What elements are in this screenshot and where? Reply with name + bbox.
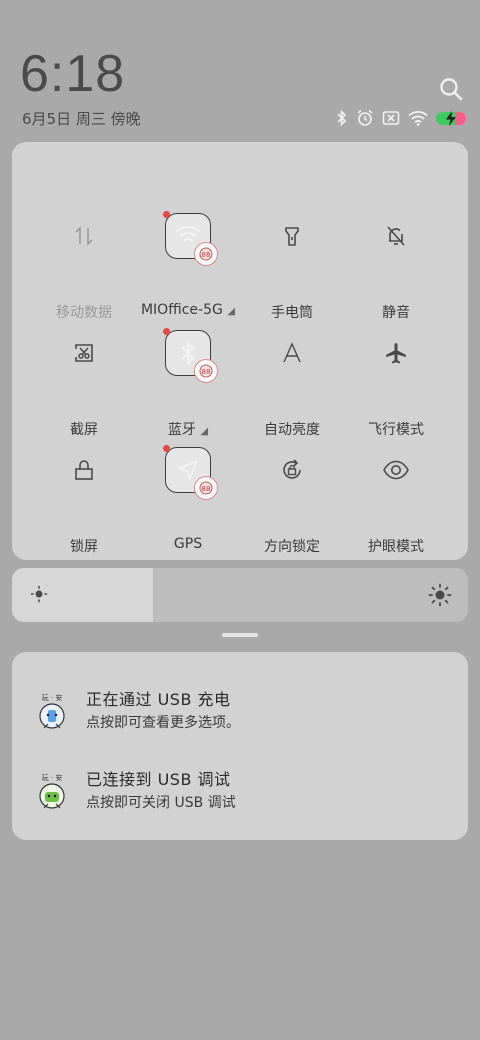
bluetooth-status-icon <box>337 109 347 127</box>
notification-title: 正在通过 USB 充电 <box>86 690 231 709</box>
no-sim-status-icon <box>382 111 400 125</box>
location-arrow-icon: 88 <box>163 445 218 500</box>
tile-flashlight[interactable]: 手电筒 <box>240 190 344 321</box>
brightness-slider[interactable] <box>12 568 468 622</box>
notification-usb-charging[interactable]: 玩 · 安 正在通过 USB 充电 点按即可查看更多选项。 <box>12 682 468 752</box>
usb-debug-mascot-icon: 玩 · 安 <box>39 773 65 809</box>
screenshot-icon <box>61 330 107 376</box>
tile-wifi[interactable]: 88 MIOffice-5G ◢ <box>136 190 240 318</box>
quick-settings-panel: 移动数据 88 MIOffice-5G ◢ 手电筒 静音 截屏 88 蓝牙 ◢ … <box>12 142 468 683</box>
wifi-status-icon <box>408 111 428 126</box>
svg-text:88: 88 <box>202 251 211 259</box>
tile-label: 锁屏 <box>70 539 98 555</box>
auto-brightness-icon <box>269 330 315 376</box>
tile-label: GPS <box>173 536 203 552</box>
bluetooth-icon: 88 <box>163 328 218 383</box>
tile-auto-brightness[interactable]: 自动亮度 <box>240 307 344 438</box>
wifi-icon: 88 <box>163 211 218 266</box>
tile-bluetooth[interactable]: 88 蓝牙 ◢ <box>136 307 240 438</box>
usb-charging-mascot-icon: 玩 · 安 <box>39 693 65 729</box>
tile-label: 方向锁定 <box>264 539 320 555</box>
mobile-data-icon <box>61 213 107 259</box>
tile-lock-screen[interactable]: 锁屏 <box>32 424 136 555</box>
tile-label: 护眼模式 <box>368 539 424 555</box>
notification-desc: 点按即可查看更多选项。 <box>86 715 240 731</box>
tile-silent[interactable]: 静音 <box>344 190 448 321</box>
lock-icon <box>61 447 107 493</box>
search-icon[interactable] <box>438 76 464 102</box>
drag-handle[interactable] <box>222 633 258 637</box>
clock-date: 6月5日 周三 傍晚 <box>22 110 141 128</box>
mascot-badge-icon: 88 <box>194 242 218 266</box>
brightness-high-icon <box>428 583 452 607</box>
mascot-badge-icon: 88 <box>194 359 218 383</box>
tile-mobile-data[interactable]: 移动数据 <box>32 190 136 321</box>
status-bar-icons <box>336 108 466 128</box>
svg-text:玩 · 安: 玩 · 安 <box>42 773 63 782</box>
notification-desc: 点按即可关闭 USB 调试 <box>86 795 236 811</box>
mascot-badge-icon: 88 <box>194 476 218 500</box>
tile-gps[interactable]: 88 GPS <box>136 424 240 552</box>
tile-rotation-lock[interactable]: 方向锁定 <box>240 424 344 555</box>
svg-text:玩 · 安: 玩 · 安 <box>42 693 63 702</box>
tile-eye-care[interactable]: 护眼模式 <box>344 424 448 555</box>
svg-text:88: 88 <box>202 485 211 493</box>
notification-usb-debugging[interactable]: 玩 · 安 已连接到 USB 调试 点按即可关闭 USB 调试 <box>12 762 468 832</box>
tile-screenshot[interactable]: 截屏 <box>32 307 136 438</box>
airplane-icon <box>373 330 419 376</box>
notification-panel: 玩 · 安 正在通过 USB 充电 点按即可查看更多选项。 玩 · 安 已连接到… <box>12 652 468 840</box>
alarm-status-icon <box>357 109 373 126</box>
flashlight-icon <box>269 213 315 259</box>
tile-airplane[interactable]: 飞行模式 <box>344 307 448 438</box>
notification-title: 已连接到 USB 调试 <box>86 770 231 789</box>
bell-off-icon <box>373 213 419 259</box>
svg-text:88: 88 <box>202 368 211 376</box>
brightness-low-icon <box>30 585 48 603</box>
battery-icon <box>436 110 466 126</box>
clock-time: 6:18 <box>20 45 126 103</box>
eye-icon <box>373 447 419 493</box>
rotation-lock-icon <box>269 447 315 493</box>
